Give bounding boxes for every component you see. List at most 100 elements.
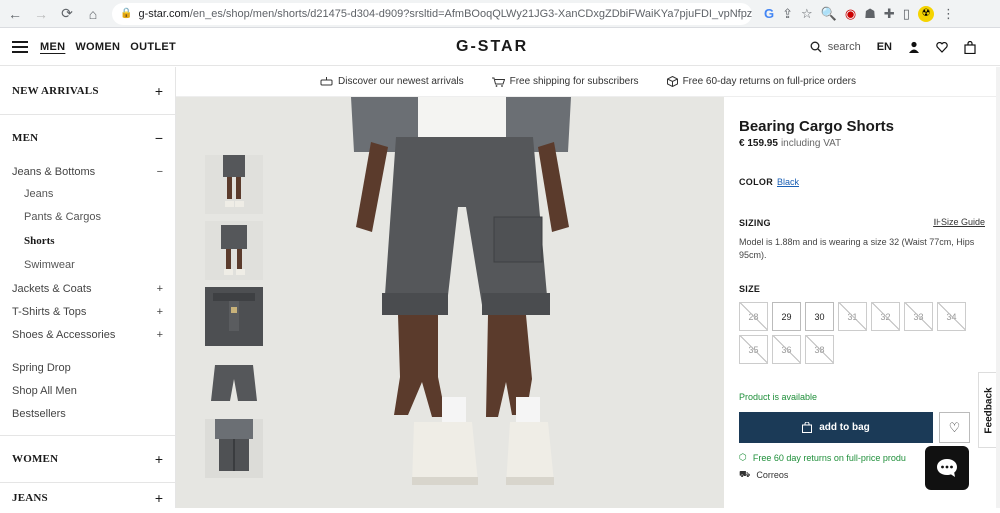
lens-icon[interactable]: 🔍 <box>821 6 837 22</box>
size-option-28[interactable]: 28 <box>739 302 768 331</box>
product-title: Bearing Cargo Shorts <box>739 118 895 135</box>
plus-icon: + <box>154 490 163 506</box>
thumbnail-5[interactable] <box>205 419 263 478</box>
thumbnail-4[interactable] <box>205 353 263 412</box>
shopping-bag-icon[interactable] <box>964 40 976 54</box>
nav-women[interactable]: WOMEN <box>75 41 120 53</box>
url-host: g-star.com <box>138 7 190 20</box>
menu-kebab-icon[interactable]: ⋮ <box>942 6 955 22</box>
size-option-35[interactable]: 35 <box>739 335 768 364</box>
plus-icon: + <box>154 82 163 99</box>
size-option-30[interactable]: 30 <box>805 302 834 331</box>
ruler-icon: ⊪ <box>933 217 941 227</box>
extension-bot-icon[interactable]: ☗ <box>864 6 876 22</box>
wishlist-heart-icon[interactable] <box>936 41 948 53</box>
product-image-gallery[interactable] <box>176 97 724 508</box>
thumbnail-3[interactable] <box>205 287 263 346</box>
address-bar[interactable]: 🔒 g-star.com /en_es/shop/men/shorts/d214… <box>112 2 752 25</box>
size-label: SIZE <box>739 284 761 294</box>
sidebar-jeans-bottoms[interactable]: Jeans & Bottoms − <box>0 161 175 183</box>
size-guide-label: Size Guide <box>940 217 985 227</box>
sidebar-bestsellers[interactable]: Bestsellers <box>0 402 175 425</box>
color-value-link[interactable]: Black <box>777 177 799 187</box>
sidebar-tshirts-label: T-Shirts & Tops <box>12 305 87 318</box>
sidebar-item-pants-cargos[interactable]: Pants & Cargos <box>0 206 175 229</box>
feedback-label: Feedback <box>984 386 996 434</box>
size-selector: 28 29 30 31 32 33 34 35 36 38 <box>739 302 971 364</box>
add-to-bag-button[interactable]: add to bag <box>739 412 933 443</box>
plus-icon: + <box>156 282 163 295</box>
sidebar-women[interactable]: WOMEN + <box>0 436 175 482</box>
add-to-wishlist-button[interactable]: ♡ <box>939 412 970 443</box>
nav-men[interactable]: MEN <box>40 41 65 53</box>
returns-text: Free 60 day returns on full-price produ <box>752 452 906 463</box>
minus-icon: − <box>156 166 163 178</box>
sidebar-item-shorts[interactable]: Shorts <box>0 229 175 253</box>
sidebar-item-swimwear[interactable]: Swimwear <box>0 253 175 277</box>
promo-bar: Discover our newest arrivals Free shippi… <box>176 67 1000 97</box>
reload-icon[interactable]: ⟳ <box>56 3 78 25</box>
sidebar-men[interactable]: MEN − <box>0 115 175 161</box>
sidebar-new-arrivals-label: NEW ARRIVALS <box>12 84 99 97</box>
hamburger-menu-icon[interactable] <box>12 40 28 53</box>
gstar-logo[interactable]: G-STAR <box>456 38 528 56</box>
nav-outlet[interactable]: OUTLET <box>130 41 176 53</box>
search-button[interactable]: search <box>810 41 861 53</box>
home-icon[interactable]: ⌂ <box>82 3 104 25</box>
size-option-33[interactable]: 33 <box>904 302 933 331</box>
size-option-31[interactable]: 31 <box>838 302 867 331</box>
sidebar-jeans-section[interactable]: JEANS + <box>0 483 175 513</box>
share-icon[interactable]: ⇪ <box>782 6 793 22</box>
size-option-32[interactable]: 32 <box>871 302 900 331</box>
bookmark-star-icon[interactable]: ☆ <box>801 6 813 22</box>
bag-icon <box>802 422 813 433</box>
sidebar-shoes-accessories[interactable]: Shoes & Accessories + <box>0 323 175 346</box>
promo-free-shipping[interactable]: Free shipping for subscribers <box>491 76 639 87</box>
heart-icon: ♡ <box>948 419 961 435</box>
sidebar-jeans-bottoms-label: Jeans & Bottoms <box>12 166 96 178</box>
radiation-extension-icon[interactable]: ☢ <box>917 5 934 22</box>
sidebar-spring-drop[interactable]: Spring Drop <box>0 356 175 379</box>
thumbnail-list <box>205 155 263 478</box>
size-guide-link[interactable]: ⊪Size Guide <box>933 217 985 228</box>
search-icon <box>810 41 822 53</box>
size-option-36[interactable]: 36 <box>772 335 801 364</box>
sidebar-tshirts-tops[interactable]: T-Shirts & Tops + <box>0 300 175 323</box>
back-icon[interactable]: ← <box>4 3 26 25</box>
color-label: COLOR <box>739 177 773 187</box>
hanger-icon <box>320 77 333 86</box>
extension-red-icon[interactable]: ◉ <box>845 6 856 22</box>
box-icon: ⬡ <box>739 452 747 462</box>
sidebar-men-label: MEN <box>12 132 39 144</box>
category-sidebar: NEW ARRIVALS + MEN − Jeans & Bottoms − J… <box>0 67 176 508</box>
sidebar-shoes-label: Shoes & Accessories <box>12 328 116 341</box>
shipping-text: Correos <box>756 470 789 480</box>
promo-new-arrivals[interactable]: Discover our newest arrivals <box>320 76 464 87</box>
chat-button[interactable] <box>925 446 969 490</box>
sizing-label: SIZING <box>739 217 771 228</box>
promo-free-shipping-text: Free shipping for subscribers <box>509 76 639 87</box>
sidepanel-icon[interactable]: ▯ <box>903 6 910 22</box>
thumbnail-2[interactable] <box>205 221 263 280</box>
sidebar-jeans-section-label: JEANS <box>12 492 48 504</box>
google-icon[interactable]: G <box>764 6 774 21</box>
sidebar-jackets-coats[interactable]: Jackets & Coats + <box>0 277 175 300</box>
account-icon[interactable] <box>908 41 920 53</box>
vat-note: including VAT <box>780 138 842 149</box>
page-scrollbar[interactable] <box>996 67 1000 508</box>
forward-icon[interactable]: → <box>30 3 52 25</box>
site-header: MEN WOMEN OUTLET G-STAR search EN <box>0 28 1000 66</box>
language-selector[interactable]: EN <box>877 41 892 53</box>
search-placeholder: search <box>827 41 861 53</box>
size-option-29[interactable]: 29 <box>772 302 801 331</box>
size-option-38[interactable]: 38 <box>805 335 834 364</box>
minus-icon: − <box>154 130 163 146</box>
sidebar-shop-all-men[interactable]: Shop All Men <box>0 379 175 402</box>
extensions-puzzle-icon[interactable]: ✚ <box>884 6 895 22</box>
sidebar-new-arrivals[interactable]: NEW ARRIVALS + <box>0 67 175 114</box>
thumbnail-1[interactable] <box>205 155 263 214</box>
product-price-row: € 159.95 including VAT <box>739 138 985 149</box>
size-option-34[interactable]: 34 <box>937 302 966 331</box>
promo-free-returns[interactable]: Free 60-day returns on full-price orders <box>666 76 856 87</box>
sidebar-item-jeans[interactable]: Jeans <box>0 183 175 206</box>
